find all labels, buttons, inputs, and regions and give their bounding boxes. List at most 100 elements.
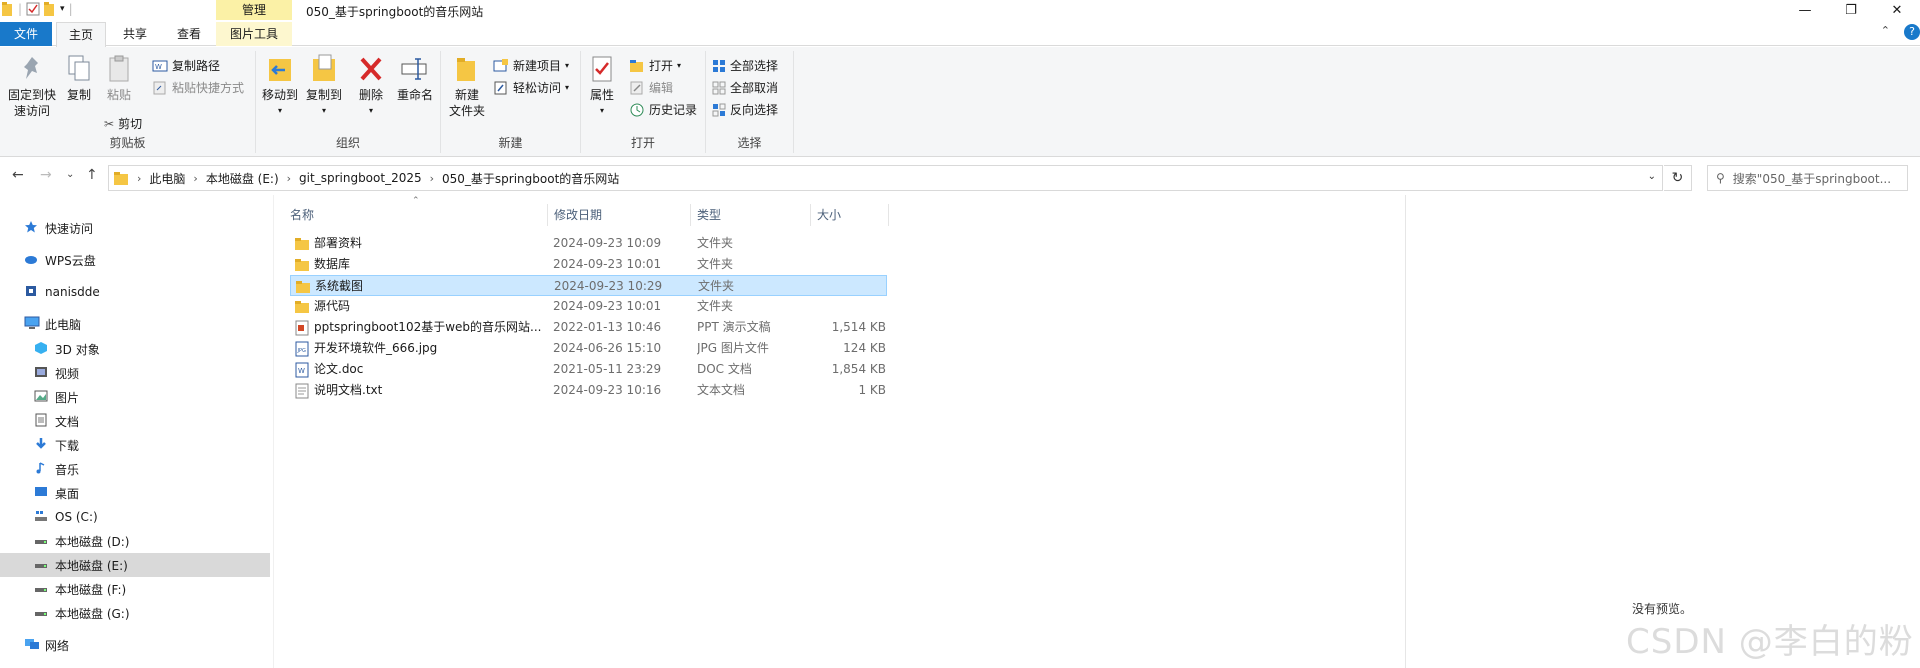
file-name: 数据库 bbox=[314, 257, 351, 271]
paste-button[interactable]: 粘贴 bbox=[102, 53, 136, 103]
column-header-name[interactable]: 名称 bbox=[284, 204, 548, 226]
easy-access-button[interactable]: 轻松访问 ▾ bbox=[493, 79, 569, 97]
sidebar-item[interactable]: 本地磁盘 (D:) bbox=[0, 529, 270, 553]
copy-to-button[interactable]: 复制到 ▾ bbox=[304, 53, 344, 119]
breadcrumb-drive-e[interactable]: 本地磁盘 (E:) bbox=[206, 170, 279, 187]
tab-file[interactable]: 文件 bbox=[0, 22, 52, 46]
sidebar-item[interactable]: 下载 bbox=[0, 433, 270, 457]
new-folder-button[interactable]: 新建 文件夹 bbox=[447, 53, 487, 119]
up-button[interactable]: ↑ bbox=[86, 167, 98, 183]
back-button[interactable]: ← bbox=[12, 167, 24, 183]
file-type: 文件夹 bbox=[697, 236, 734, 250]
sidebar-item[interactable]: 此电脑 bbox=[0, 312, 270, 336]
file-name-cell: 数据库 bbox=[290, 254, 542, 275]
breadcrumb-current-folder[interactable]: 050_基于springboot的音乐网站 bbox=[442, 170, 619, 187]
close-button[interactable]: ✕ bbox=[1874, 0, 1920, 22]
breadcrumb-this-pc[interactable]: 此电脑 bbox=[149, 170, 185, 187]
properties-button[interactable]: 属性 ▾ bbox=[585, 53, 619, 119]
file-row[interactable]: 系统截图 2024-09-23 10:29 文件夹 bbox=[290, 275, 887, 296]
qat-dropdown-icon[interactable]: ▾ bbox=[60, 4, 65, 14]
file-row[interactable]: pptspringboot102基于web的音乐网站.... 2022-01-13… bbox=[290, 317, 887, 338]
file-row[interactable]: 源代码 2024-09-23 10:01 文件夹 bbox=[290, 296, 887, 317]
tab-home[interactable]: 主页 bbox=[56, 22, 106, 47]
rename-icon bbox=[401, 58, 427, 80]
sidebar-item[interactable]: WPS云盘 bbox=[0, 248, 270, 272]
file-type: 文件夹 bbox=[697, 299, 734, 313]
sidebar-item[interactable]: 网络 bbox=[0, 633, 270, 657]
sidebar-item[interactable]: 本地磁盘 (F:) bbox=[0, 577, 270, 601]
tab-picture-tools[interactable]: 图片工具 bbox=[216, 22, 292, 46]
open-button[interactable]: 打开 ▾ bbox=[629, 57, 681, 75]
user-icon bbox=[24, 284, 40, 300]
refresh-button[interactable]: ↻ bbox=[1664, 165, 1692, 191]
rename-button[interactable]: 重命名 bbox=[394, 53, 436, 103]
file-row[interactable]: 说明文档.txt 2024-09-23 10:16 文本文档 1 KB bbox=[290, 380, 887, 401]
sidebar-item-label: 本地磁盘 (D:) bbox=[55, 534, 130, 549]
breadcrumb-git-springboot[interactable]: git_springboot_2025 bbox=[299, 171, 422, 185]
file-row[interactable]: 数据库 2024-09-23 10:01 文件夹 bbox=[290, 254, 887, 275]
sidebar-item[interactable]: 快速访问 bbox=[0, 216, 270, 240]
history-button[interactable]: 历史记录 bbox=[629, 101, 697, 119]
copy-path-button[interactable]: W 复制路径 bbox=[152, 57, 220, 75]
ppt-icon bbox=[294, 320, 310, 336]
file-date: 2022-01-13 10:46 bbox=[553, 320, 662, 334]
pin-quick-access-button[interactable]: 固定到快 速访问 bbox=[4, 53, 60, 119]
sidebar-item-label: OS (C:) bbox=[55, 510, 98, 524]
paste-shortcut-button[interactable]: 粘贴快捷方式 bbox=[152, 79, 244, 97]
folder-icon bbox=[114, 172, 128, 185]
new-folder-icon[interactable] bbox=[44, 2, 56, 16]
properties-icon bbox=[592, 56, 612, 82]
preview-divider[interactable] bbox=[1405, 195, 1406, 668]
maximize-button[interactable]: ❐ bbox=[1828, 0, 1874, 22]
file-row[interactable]: JPG 开发环境软件_666.jpg 2024-06-26 15:10 JPG 图片文… bbox=[290, 338, 887, 359]
select-none-label: 全部取消 bbox=[730, 81, 779, 95]
sidebar-item[interactable]: 桌面 bbox=[0, 481, 270, 505]
copy-button[interactable]: 复制 bbox=[62, 53, 96, 103]
invert-selection-button[interactable]: 反向选择 bbox=[712, 101, 778, 119]
jpg-icon: JPG bbox=[294, 341, 310, 357]
collapse-ribbon-icon[interactable]: ⌃ bbox=[1881, 24, 1890, 37]
edit-button[interactable]: 编辑 bbox=[629, 79, 673, 97]
file-row[interactable]: W 论文.doc 2021-05-11 23:29 DOC 文档 1,854 KB bbox=[290, 359, 887, 380]
ribbon: 固定到快 速访问 复制 粘贴 W 复制路径 粘贴快捷方式 ✂ 剪切 剪贴板 移动… bbox=[0, 47, 1920, 157]
properties-icon[interactable] bbox=[26, 2, 40, 16]
folder-icon bbox=[2, 2, 12, 16]
file-name-cell: W 论文.doc bbox=[290, 359, 542, 380]
column-header-size[interactable]: 大小 bbox=[811, 204, 889, 226]
sidebar-item[interactable]: 本地磁盘 (E:) bbox=[0, 553, 270, 577]
file-type: PPT 演示文稿 bbox=[697, 320, 771, 334]
forward-button[interactable]: → bbox=[40, 167, 52, 183]
file-type: 文本文档 bbox=[697, 383, 746, 397]
recent-locations-button[interactable]: ⌄ bbox=[66, 169, 74, 180]
sidebar-item[interactable]: 视频 bbox=[0, 361, 270, 385]
sidebar-item[interactable]: 图片 bbox=[0, 385, 270, 409]
sidebar-item[interactable]: 本地磁盘 (G:) bbox=[0, 601, 270, 625]
select-none-button[interactable]: 全部取消 bbox=[712, 79, 778, 97]
sidebar-item[interactable]: OS (C:) bbox=[0, 505, 270, 529]
tab-share[interactable]: 共享 bbox=[110, 22, 160, 46]
sidebar-item[interactable]: nanisdde bbox=[0, 280, 270, 304]
delete-label: 删除 bbox=[358, 88, 383, 102]
new-item-button[interactable]: 新建项目 ▾ bbox=[493, 57, 569, 75]
minimize-button[interactable]: — bbox=[1782, 0, 1828, 22]
pane-divider[interactable] bbox=[273, 195, 274, 668]
column-header-type[interactable]: 类型 bbox=[691, 204, 811, 226]
select-all-button[interactable]: 全部选择 bbox=[712, 57, 778, 75]
file-row[interactable]: 部署资料 2024-09-23 10:09 文件夹 bbox=[290, 233, 887, 254]
sidebar-item[interactable]: 音乐 bbox=[0, 457, 270, 481]
column-header-date[interactable]: 修改日期 bbox=[548, 204, 691, 226]
chevron-down-icon[interactable]: ⌄ bbox=[1648, 171, 1656, 182]
delete-button[interactable]: 删除 ▾ bbox=[354, 53, 388, 119]
tab-view[interactable]: 查看 bbox=[164, 22, 214, 46]
sidebar-item[interactable]: 文档 bbox=[0, 409, 270, 433]
search-input[interactable]: ⚲ 搜索"050_基于springboot... bbox=[1707, 165, 1908, 191]
file-size bbox=[811, 276, 887, 297]
move-to-button[interactable]: 移动到 ▾ bbox=[260, 53, 300, 119]
address-bar[interactable]: › 此电脑 › 本地磁盘 (E:) › git_springboot_2025 … bbox=[108, 165, 1663, 191]
cut-button[interactable]: ✂ 剪切 bbox=[104, 115, 142, 133]
help-icon[interactable]: ? bbox=[1904, 24, 1920, 40]
chevron-down-icon: ▾ bbox=[565, 61, 570, 70]
file-name: pptspringboot102基于web的音乐网站.... bbox=[314, 320, 542, 334]
sidebar-item[interactable]: 3D 对象 bbox=[0, 337, 270, 361]
folder-icon bbox=[295, 279, 311, 295]
